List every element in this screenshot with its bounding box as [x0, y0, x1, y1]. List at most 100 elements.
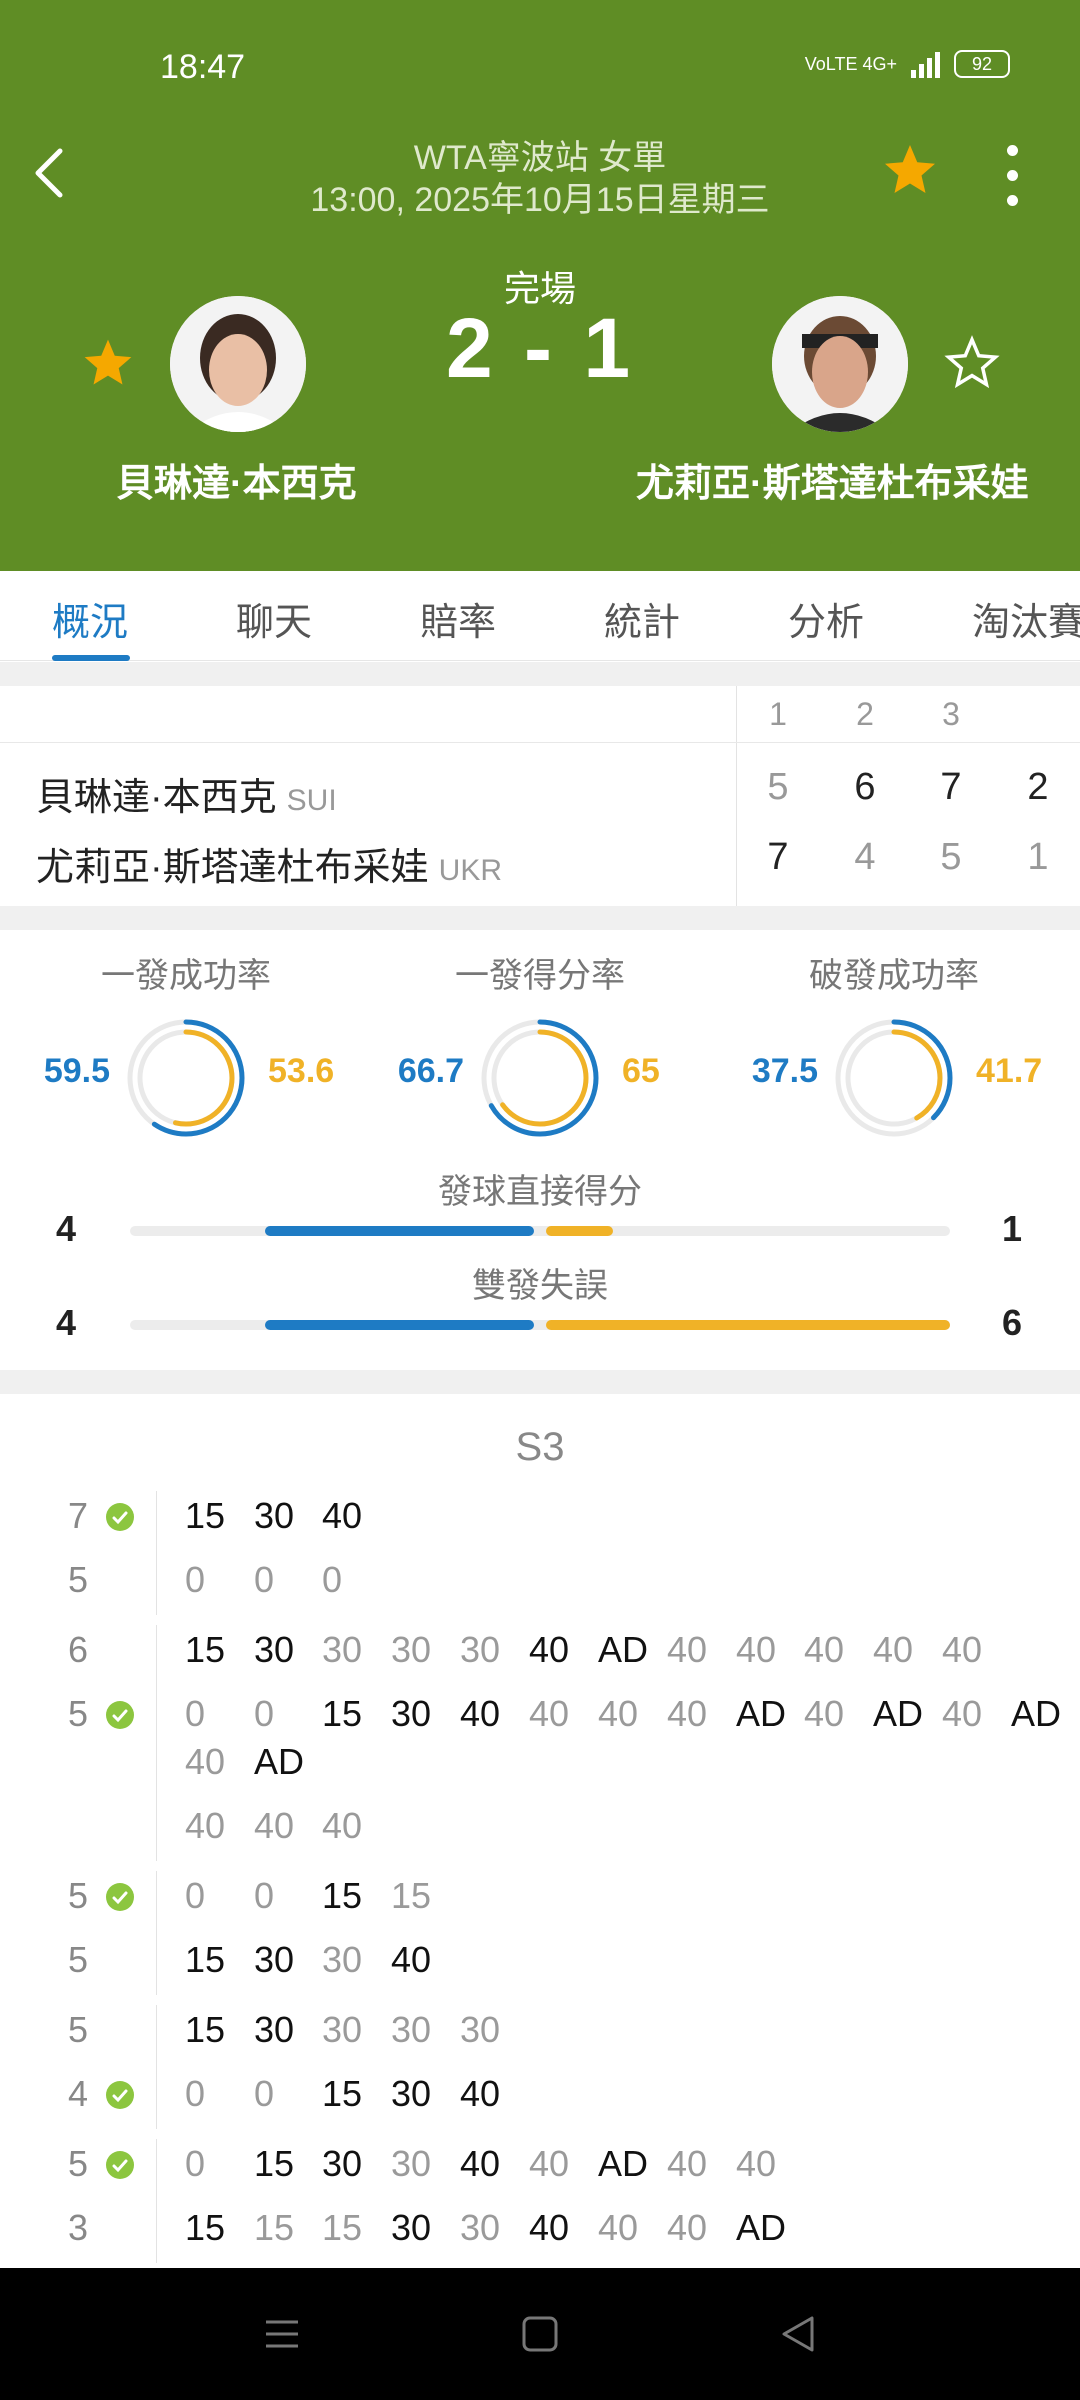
- point-score: 40: [391, 1939, 432, 1980]
- point-score: 40: [460, 2143, 501, 2184]
- battery-icon: 92: [954, 50, 1010, 78]
- point-score: 15: [322, 2073, 363, 2114]
- tab-stats[interactable]: 統計: [604, 591, 680, 646]
- point-score: AD: [598, 2143, 649, 2184]
- game-score-bottom: 5: [68, 1693, 89, 1734]
- scoreboard-player2: 尤莉亞·斯塔達杜布采娃 UKR: [36, 836, 502, 891]
- point-score: 30: [254, 1495, 295, 1536]
- point-score: 30: [254, 1939, 295, 1980]
- player1-star-icon[interactable]: [80, 335, 136, 391]
- bar-right-value: 6: [1002, 1302, 1023, 1343]
- point-score: 30: [391, 1693, 432, 1734]
- point-score: 0: [185, 1559, 206, 1600]
- point-score: 30: [322, 2009, 363, 2050]
- game-divider: [156, 2139, 157, 2263]
- tab-bar: 概況 聊天 賠率 統計 分析 淘汰賽: [0, 571, 1080, 661]
- point-score: 30: [322, 1939, 363, 1980]
- game-divider: [156, 1625, 157, 1861]
- point-score: 30: [391, 1629, 432, 1670]
- point-score: 40: [667, 1693, 708, 1734]
- point-score: 40: [598, 2207, 639, 2248]
- favorite-star-icon[interactable]: [880, 140, 940, 200]
- bar-right-value: 1: [1002, 1208, 1023, 1249]
- point-score: 40: [598, 1693, 639, 1734]
- player1-name[interactable]: 貝琳達·本西克: [116, 452, 357, 507]
- point-score: 30: [391, 2073, 432, 2114]
- battery-level: 92: [971, 53, 993, 74]
- player1-avatar[interactable]: [170, 296, 306, 432]
- game-score-bottom: 5: [68, 1939, 89, 1980]
- set-header: 2: [856, 696, 874, 732]
- match-header: 18:47 VoLTE 4G+ 92 WTA寧波站 女單 13:00, 2025…: [0, 0, 1080, 571]
- divider: [0, 742, 1080, 743]
- bar-right-fill: [546, 1226, 614, 1236]
- point-score: AD: [254, 1741, 305, 1782]
- tab-chat[interactable]: 聊天: [236, 591, 312, 646]
- divider: [0, 906, 1080, 930]
- point-score: 40: [804, 1693, 845, 1734]
- point-score: 40: [804, 1629, 845, 1670]
- point-score: 0: [254, 1875, 275, 1916]
- point-score: 40: [667, 2207, 708, 2248]
- bar-left-value: 4: [56, 1302, 77, 1343]
- player2-star-icon[interactable]: [944, 335, 1000, 391]
- point-score: 30: [460, 1629, 501, 1670]
- point-score: 40: [529, 1693, 570, 1734]
- point-score: 30: [460, 2207, 501, 2248]
- point-score: AD: [873, 1693, 924, 1734]
- more-options-icon[interactable]: [1000, 145, 1024, 206]
- point-score: 15: [185, 2207, 226, 2248]
- point-score: 15: [254, 2207, 295, 2248]
- point-score: 40: [460, 2073, 501, 2114]
- set-score: 7: [940, 766, 962, 808]
- point-score: 40: [529, 2143, 570, 2184]
- tab-overview[interactable]: 概況: [52, 591, 128, 646]
- game-score-top: 7: [68, 1495, 89, 1536]
- tab-knockout[interactable]: 淘汰賽: [972, 591, 1080, 646]
- point-score: 15: [254, 2143, 295, 2184]
- game-score-top: 6: [68, 1629, 89, 1670]
- point-score: 0: [254, 1559, 275, 1600]
- set-header: 3: [942, 696, 960, 732]
- point-score: AD: [736, 2207, 787, 2248]
- match-score: 2 - 1: [445, 301, 635, 395]
- stat-title: 一發得分率: [455, 957, 625, 995]
- divider: [736, 686, 737, 906]
- tab-odds[interactable]: 賠率: [420, 591, 496, 646]
- point-score: 40: [873, 1629, 914, 1670]
- game-divider: [156, 1491, 157, 1615]
- point-score: 30: [391, 2207, 432, 2248]
- point-score: 40: [529, 2207, 570, 2248]
- point-score: 40: [529, 1629, 570, 1670]
- point-score: 0: [254, 2073, 275, 2114]
- point-score: 40: [736, 1629, 777, 1670]
- point-score: 30: [460, 2009, 501, 2050]
- bar-left-value: 4: [56, 1208, 77, 1249]
- tab-analysis[interactable]: 分析: [788, 591, 864, 646]
- status-time: 18:47: [160, 48, 246, 86]
- home-icon[interactable]: [518, 2312, 562, 2356]
- stat-title: 破發成功率: [809, 957, 979, 995]
- point-score: 15: [185, 1629, 226, 1670]
- bar-right-fill: [546, 1320, 950, 1330]
- serve-ball-icon: [106, 1503, 134, 1531]
- player2-avatar[interactable]: [772, 296, 908, 432]
- menu-icon[interactable]: [260, 2312, 304, 2356]
- bar-title: 發球直接得分: [438, 1173, 642, 1211]
- player-name: 貝琳達·本西克: [36, 777, 277, 819]
- game-divider: [156, 2005, 157, 2129]
- game-score-top: 5: [68, 1875, 89, 1916]
- player2-name[interactable]: 尤莉亞·斯塔達杜布采娃: [636, 452, 1029, 507]
- serve-ball-icon: [106, 1701, 134, 1729]
- serve-ball-icon: [106, 1883, 134, 1911]
- serve-ball-icon: [106, 2081, 134, 2109]
- back-nav-icon[interactable]: [776, 2312, 820, 2356]
- stat-left-value: 37.5: [751, 1052, 818, 1090]
- point-score: 40: [736, 2143, 777, 2184]
- player1-photo: [170, 296, 306, 432]
- set-score: 4: [854, 836, 876, 878]
- point-score: 0: [185, 1875, 206, 1916]
- point-score: AD: [1011, 1693, 1062, 1734]
- point-score: 0: [185, 1693, 206, 1734]
- bar-track: [130, 1226, 950, 1236]
